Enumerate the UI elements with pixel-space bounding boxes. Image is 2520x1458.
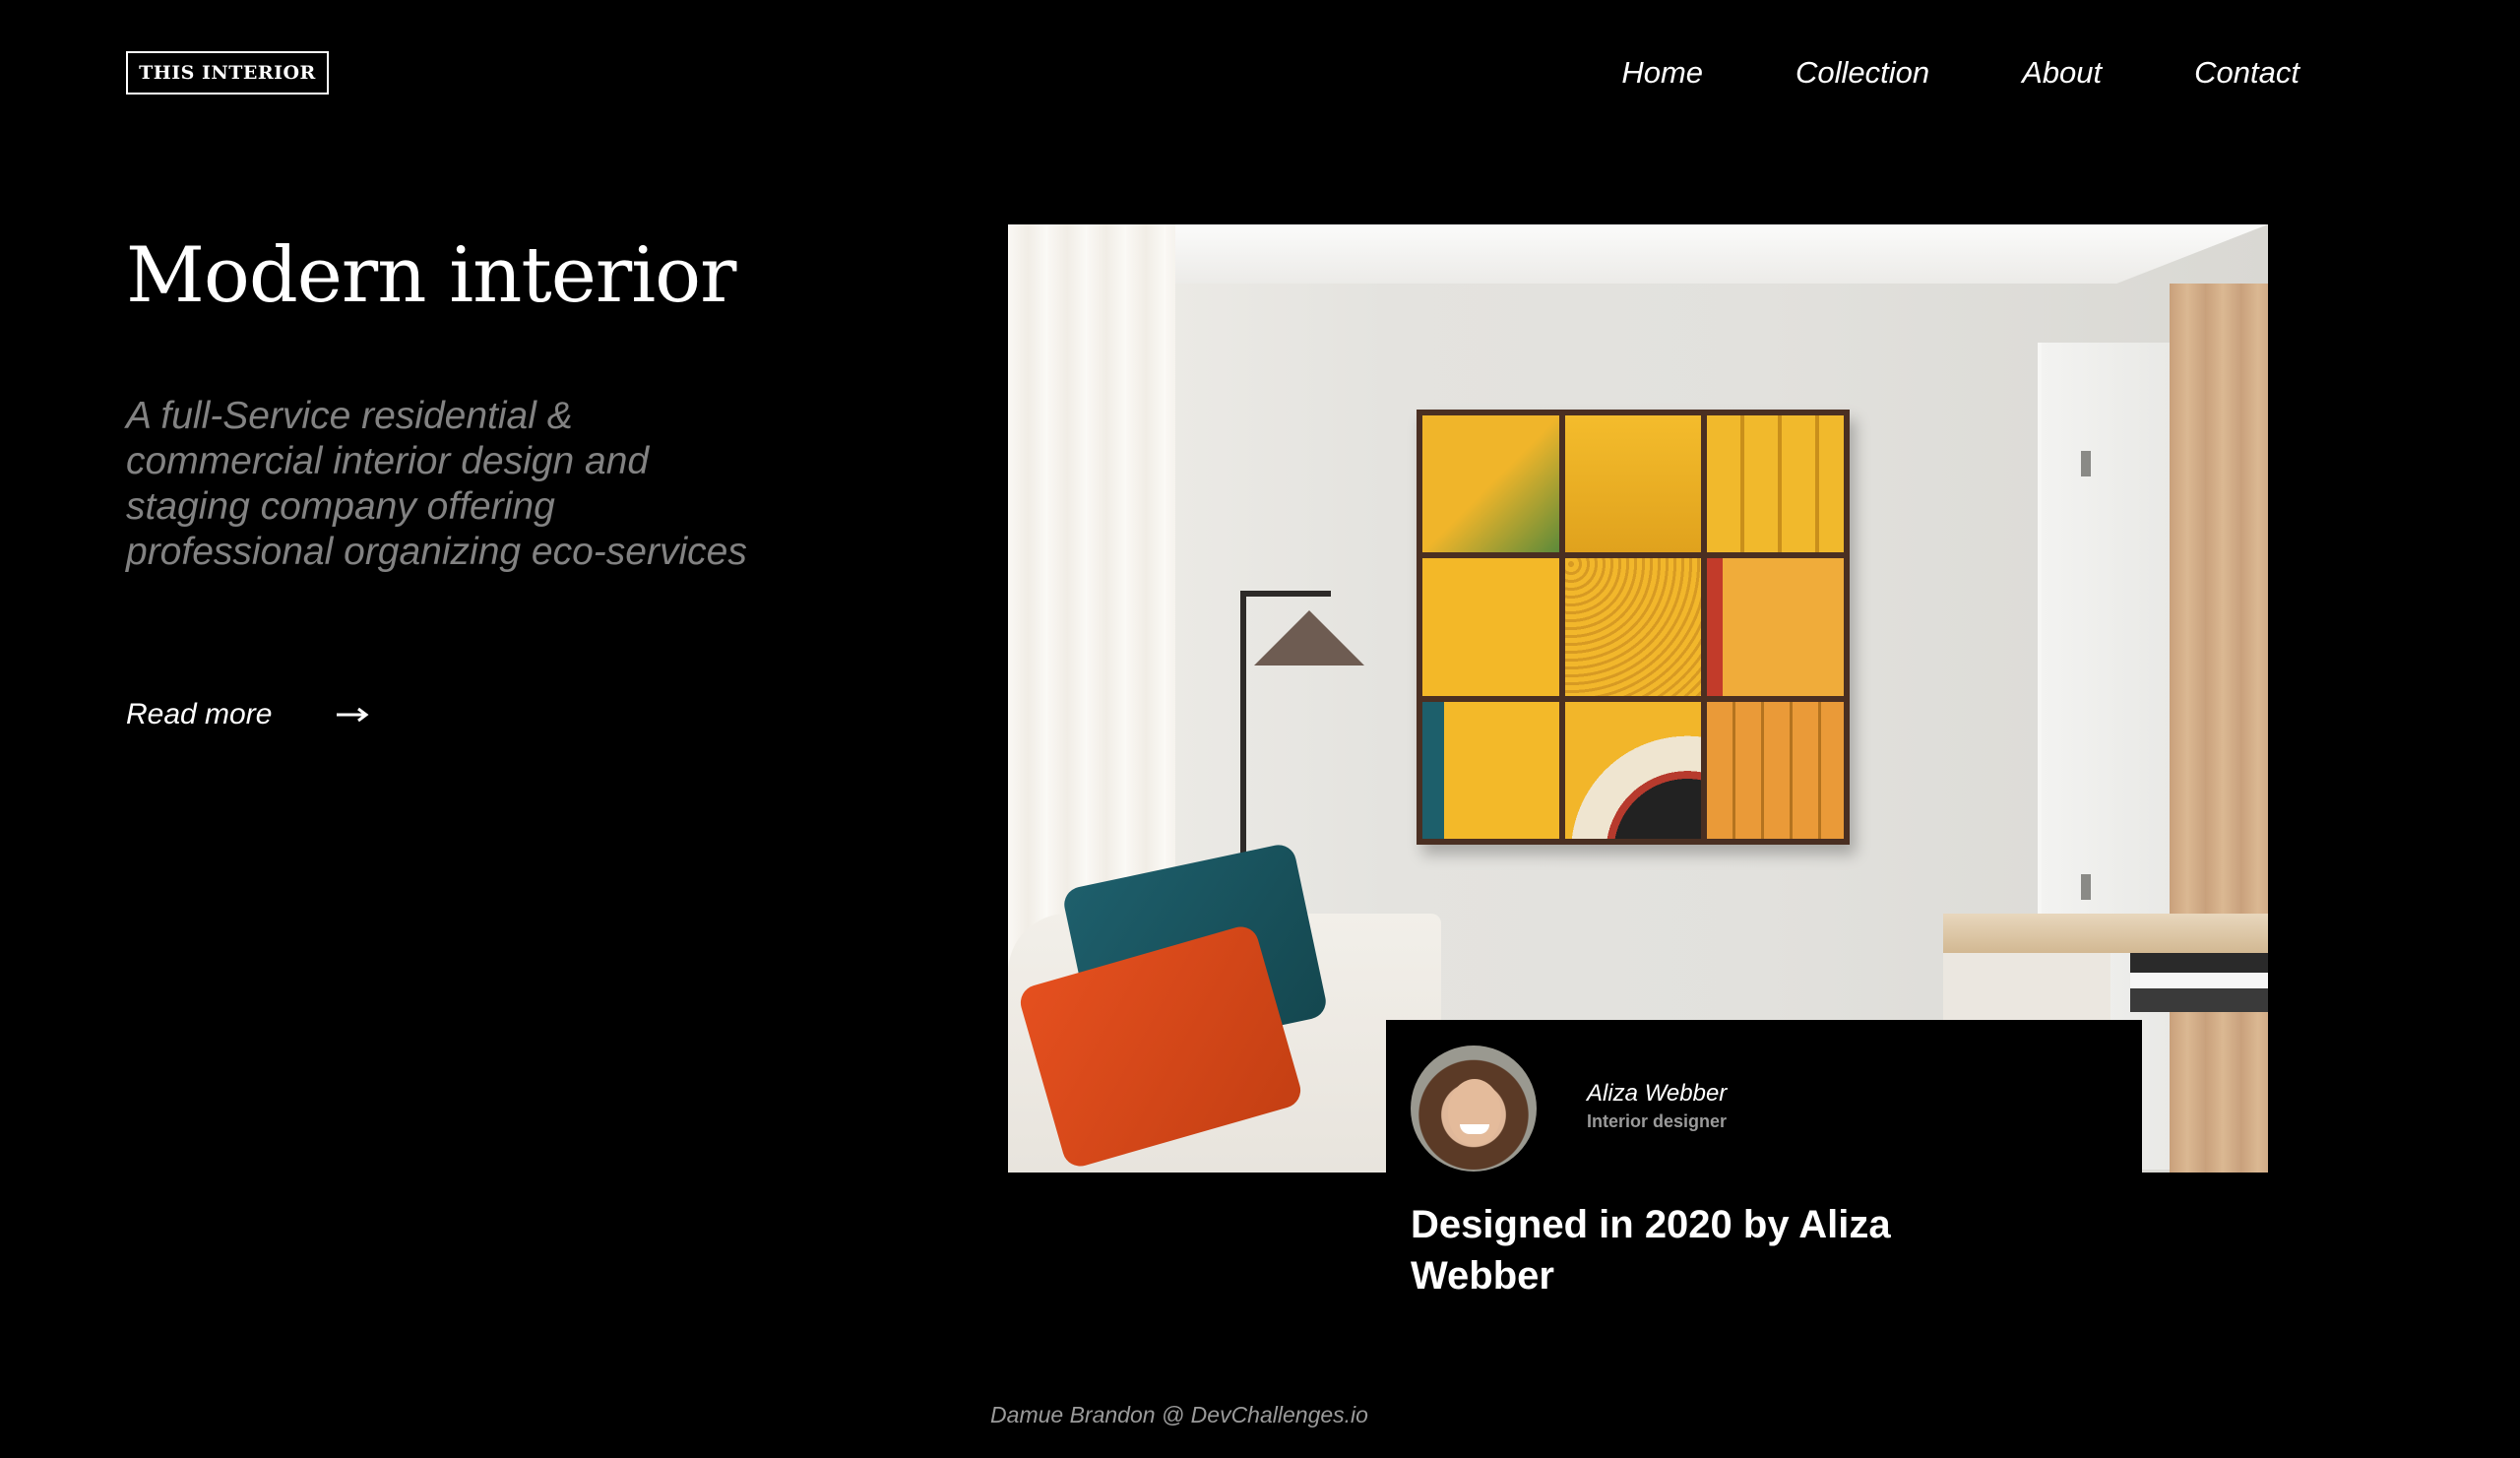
hero-description: A full-Service residential & commercial … [126, 395, 747, 573]
footer: Damue Brandon @ DevChallenges.io [0, 1400, 2520, 1429]
arrow-right-icon [337, 707, 369, 723]
artwork-tile [1564, 701, 1702, 839]
door-hinge [2081, 451, 2091, 476]
artwork-tile [1707, 701, 1844, 839]
artwork-tile [1422, 415, 1559, 553]
nav-link-about[interactable]: About [2022, 51, 2102, 95]
page-title: Modern interior [126, 231, 736, 320]
artwork-tile [1707, 558, 1844, 696]
nav-link-home[interactable]: Home [1621, 51, 1703, 95]
artwork-tile [1707, 415, 1844, 553]
read-more-link[interactable]: Read more [126, 691, 370, 738]
designer-card: Aliza Webber Interior designer [1386, 1020, 2142, 1177]
designer-role: Interior designer [1587, 1111, 1728, 1131]
artwork-tile [1422, 558, 1559, 696]
site-logo[interactable]: THIS INTERIOR [126, 51, 329, 95]
read-more-label: Read more [126, 698, 273, 730]
right-curtain [2170, 284, 2268, 1173]
book-stack [2130, 953, 2268, 1012]
footer-credit: Damue Brandon @ DevChallenges.io [990, 1402, 1368, 1427]
avatar-face [1448, 1079, 1501, 1146]
artwork-tile [1422, 701, 1559, 839]
artwork-tile [1564, 415, 1702, 553]
main-nav: Home Collection About Contact [1621, 51, 2300, 95]
desk-top [1943, 914, 2268, 953]
artwork-tile [1564, 558, 1702, 696]
nav-link-collection[interactable]: Collection [1796, 51, 1929, 95]
designer-name: Aliza Webber [1587, 1080, 1728, 1107]
door-hinge [2081, 874, 2091, 900]
room-ceiling [1008, 224, 2268, 284]
floor-lamp-shade [1254, 610, 1364, 666]
nav-link-contact[interactable]: Contact [2194, 51, 2300, 95]
design-caption: Designed in 2020 by Aliza Webber [1411, 1203, 1891, 1298]
logo-text: THIS INTERIOR [139, 62, 316, 84]
wall-artwork [1417, 410, 1850, 845]
floor-lamp-arm [1240, 591, 1331, 597]
avatar [1411, 1046, 1537, 1172]
